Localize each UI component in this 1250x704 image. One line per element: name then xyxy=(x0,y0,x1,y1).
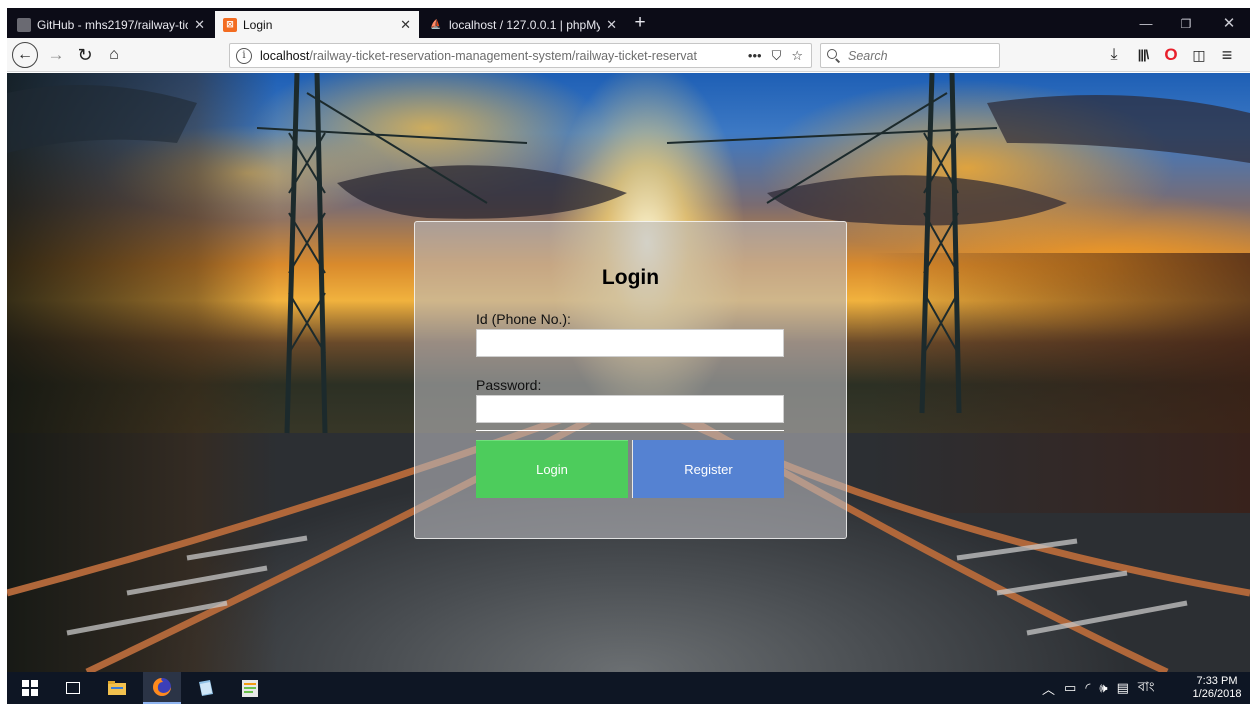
action-center-icon[interactable]: ▤ xyxy=(1117,680,1129,696)
volume-icon[interactable]: 🕪 xyxy=(1099,680,1107,696)
url-host: localhost xyxy=(260,48,310,63)
close-tab-icon[interactable]: ✕ xyxy=(606,17,617,33)
login-title: Login xyxy=(601,266,660,289)
clock[interactable]: 7:33 PM 1/26/2018 xyxy=(1187,675,1247,701)
search-box[interactable] xyxy=(820,43,1000,68)
new-tab-button[interactable]: + xyxy=(627,11,653,37)
page-content: Login Id (Phone No.): Password: Login Re… xyxy=(7,73,1250,672)
xampp-icon: ⊠ xyxy=(223,17,237,32)
task-view-icon xyxy=(66,682,80,694)
hamburger-menu-icon[interactable]: ≡ xyxy=(1216,44,1238,66)
login-panel: Login Id (Phone No.): Password: Login Re… xyxy=(414,221,847,539)
password-input[interactable] xyxy=(476,395,784,423)
url-text[interactable]: localhost/railway-ticket-reservation-man… xyxy=(260,49,740,63)
back-button[interactable]: ← xyxy=(12,42,38,68)
close-tab-icon[interactable]: ✕ xyxy=(194,17,205,33)
notebook-button[interactable] xyxy=(187,672,225,704)
url-bar[interactable]: i localhost/railway-ticket-reservation-m… xyxy=(229,43,812,68)
start-button[interactable] xyxy=(11,672,49,704)
tab-phpmyadmin[interactable]: ⛵ localhost / 127.0.0.1 | phpMyAd ✕ xyxy=(421,11,625,38)
reload-button[interactable]: ↻ xyxy=(73,43,97,67)
file-explorer-icon xyxy=(108,681,126,695)
restore-icon[interactable]: ❐ xyxy=(1167,13,1205,35)
system-tray: ︿ ▭ ◜ 🕪 ▤ বাং xyxy=(1042,672,1154,704)
home-button[interactable]: ⌂ xyxy=(102,43,126,67)
minimize-icon[interactable]: — xyxy=(1127,13,1165,35)
language-indicator[interactable]: বাং xyxy=(1138,678,1155,699)
tab-github[interactable]: GitHub - mhs2197/railway-ticke ✕ xyxy=(9,11,213,38)
start-icon xyxy=(22,680,38,696)
close-window-icon[interactable]: ✕ xyxy=(1210,13,1248,35)
tab-title: Login xyxy=(243,17,273,32)
library-icon[interactable]: |||\ xyxy=(1132,44,1154,66)
sidebar-icon[interactable]: ◫ xyxy=(1188,44,1210,66)
tab-strip: GitHub - mhs2197/railway-ticke ✕ ⊠ Login… xyxy=(7,8,1250,38)
firefox-button[interactable] xyxy=(143,672,181,704)
info-icon[interactable]: i xyxy=(236,47,252,64)
navigation-toolbar: ← → ↻ ⌂ i localhost/railway-ticket-reser… xyxy=(7,38,1250,72)
show-hidden-icons-icon[interactable]: ︿ xyxy=(1042,679,1055,698)
url-path: /railway-ticket-reservation-management-s… xyxy=(309,48,697,63)
bookmark-star-icon[interactable]: ☆ xyxy=(791,48,803,64)
github-icon xyxy=(17,17,31,32)
page-actions-icon[interactable]: ••• xyxy=(748,48,762,63)
id-label: Id (Phone No.): xyxy=(476,311,571,327)
wifi-icon[interactable]: ◜ xyxy=(1085,680,1090,696)
search-icon xyxy=(827,49,840,62)
pocket-icon[interactable]: ⛉ xyxy=(772,48,782,64)
tab-title: localhost / 127.0.0.1 | phpMyAd xyxy=(449,17,601,32)
notebook-icon xyxy=(199,680,213,696)
phone-id-input[interactable] xyxy=(476,329,784,357)
firefox-icon xyxy=(153,678,171,696)
download-icon[interactable]: ⤓ xyxy=(1103,44,1125,66)
tab-title: GitHub - mhs2197/railway-ticke xyxy=(37,17,189,32)
task-view-button[interactable] xyxy=(54,672,92,704)
login-button[interactable]: Login xyxy=(476,440,628,498)
clock-date: 1/26/2018 xyxy=(1192,688,1242,700)
search-input[interactable] xyxy=(848,48,988,63)
windows-taskbar: ︿ ▭ ◜ 🕪 ▤ বাং 7:33 PM 1/26/2018 xyxy=(7,672,1250,704)
clock-time: 7:33 PM xyxy=(1196,675,1238,687)
url-actions: ••• ⛉ ☆ xyxy=(740,48,811,64)
battery-icon[interactable]: ▭ xyxy=(1064,680,1076,696)
file-explorer-button[interactable] xyxy=(98,672,136,704)
phpmyadmin-icon: ⛵ xyxy=(430,19,442,29)
divider xyxy=(476,430,784,431)
tab-login[interactable]: ⊠ Login ✕ xyxy=(215,11,419,38)
password-label: Password: xyxy=(476,377,542,393)
opera-icon[interactable]: O xyxy=(1160,44,1182,66)
sublime-text-icon xyxy=(242,680,258,697)
sublime-text-button[interactable] xyxy=(231,672,269,704)
forward-button[interactable]: → xyxy=(44,43,68,67)
close-tab-icon[interactable]: ✕ xyxy=(400,17,411,33)
register-button[interactable]: Register xyxy=(632,440,784,498)
